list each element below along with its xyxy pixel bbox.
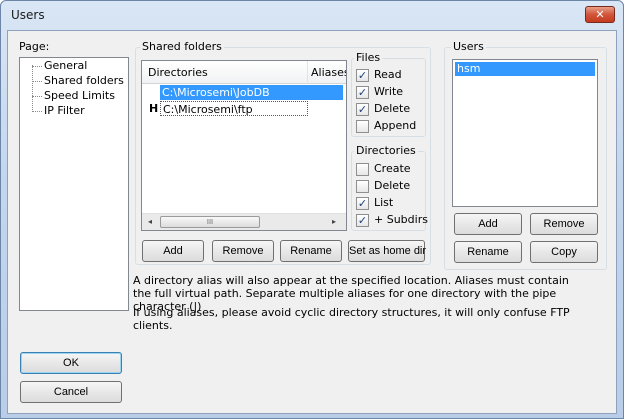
shared-folders-title: Shared folders xyxy=(140,40,224,53)
rename-user-button[interactable]: Rename xyxy=(454,241,522,263)
directories-title: Directories xyxy=(354,144,418,157)
row-directory: C:\Microsemi\JobDB xyxy=(160,85,308,100)
page-label: Page: xyxy=(19,40,50,53)
row-directory: C:\Microsemi\ftp xyxy=(160,101,308,116)
users-list[interactable]: hsm xyxy=(452,59,598,207)
scroll-right-icon[interactable]: ▸ xyxy=(328,216,340,228)
subdirs-label: + Subdirs xyxy=(374,213,428,226)
cancel-button[interactable]: Cancel xyxy=(20,381,122,403)
page-tree[interactable]: General Shared folders Speed Limits IP F… xyxy=(19,57,129,311)
tree-item-general[interactable]: General xyxy=(31,59,87,72)
tree-item-shared-folders[interactable]: Shared folders xyxy=(32,74,124,87)
users-dialog: Users ✕ Page: General Shared folders Spe… xyxy=(0,0,624,419)
cyclic-warning-text: If using aliases, please avoid cyclic di… xyxy=(133,306,570,332)
create-label: Create xyxy=(374,162,411,175)
table-row[interactable]: H C:\Microsemi\ftp xyxy=(142,101,346,116)
delete-dir-label: Delete xyxy=(374,179,411,192)
directories-list[interactable]: Directories Aliases C:\Microsemi\JobDB H… xyxy=(141,60,347,231)
create-check-box[interactable] xyxy=(356,163,369,176)
scroll-thumb[interactable]: III xyxy=(160,216,260,228)
dialog-client-area: Page: General Shared folders Speed Limit… xyxy=(7,30,617,414)
append-label: Append xyxy=(374,119,417,132)
append-check-box[interactable] xyxy=(356,120,369,133)
window-title: Users xyxy=(11,8,45,22)
list-check-icon[interactable]: ✓ xyxy=(356,197,369,210)
list-item[interactable]: hsm xyxy=(455,62,595,76)
read-check-icon[interactable]: ✓ xyxy=(356,69,369,82)
column-directories[interactable]: Directories xyxy=(142,61,308,84)
delete-file-label: Delete xyxy=(374,102,411,115)
subdirs-check-icon[interactable]: ✓ xyxy=(356,214,369,227)
rename-folder-button[interactable]: Rename xyxy=(280,240,342,262)
files-title: Files xyxy=(354,51,383,64)
table-row[interactable]: C:\Microsemi\JobDB xyxy=(142,85,346,100)
close-button[interactable]: ✕ xyxy=(585,6,615,23)
write-check-icon[interactable]: ✓ xyxy=(356,86,369,99)
add-folder-button[interactable]: Add xyxy=(142,240,204,262)
read-label: Read xyxy=(374,68,402,81)
title-bar[interactable]: Users ✕ xyxy=(1,1,623,29)
set-home-dir-button[interactable]: Set as home dir xyxy=(348,240,426,262)
tree-connector xyxy=(32,65,33,110)
users-title: Users xyxy=(451,40,486,53)
scroll-left-icon[interactable]: ◂ xyxy=(144,216,156,228)
write-label: Write xyxy=(374,85,404,98)
list-label: List xyxy=(374,196,394,209)
row-alias xyxy=(308,101,343,116)
remove-folder-button[interactable]: Remove xyxy=(212,240,274,262)
delete-file-check-icon[interactable]: ✓ xyxy=(356,103,369,116)
tree-item-speed-limits[interactable]: Speed Limits xyxy=(32,89,115,102)
add-user-button[interactable]: Add xyxy=(454,213,522,235)
home-dir-marker: H xyxy=(149,102,159,115)
list-header: Directories Aliases xyxy=(142,61,346,84)
column-aliases[interactable]: Aliases xyxy=(308,61,346,84)
delete-dir-check-box[interactable] xyxy=(356,180,369,193)
row-alias xyxy=(308,85,343,100)
remove-user-button[interactable]: Remove xyxy=(530,213,598,235)
tree-item-ip-filter[interactable]: IP Filter xyxy=(32,104,85,117)
ok-button[interactable]: OK xyxy=(20,352,122,374)
copy-user-button[interactable]: Copy xyxy=(530,241,598,263)
horizontal-scrollbar[interactable]: ◂ III ▸ xyxy=(142,213,346,230)
